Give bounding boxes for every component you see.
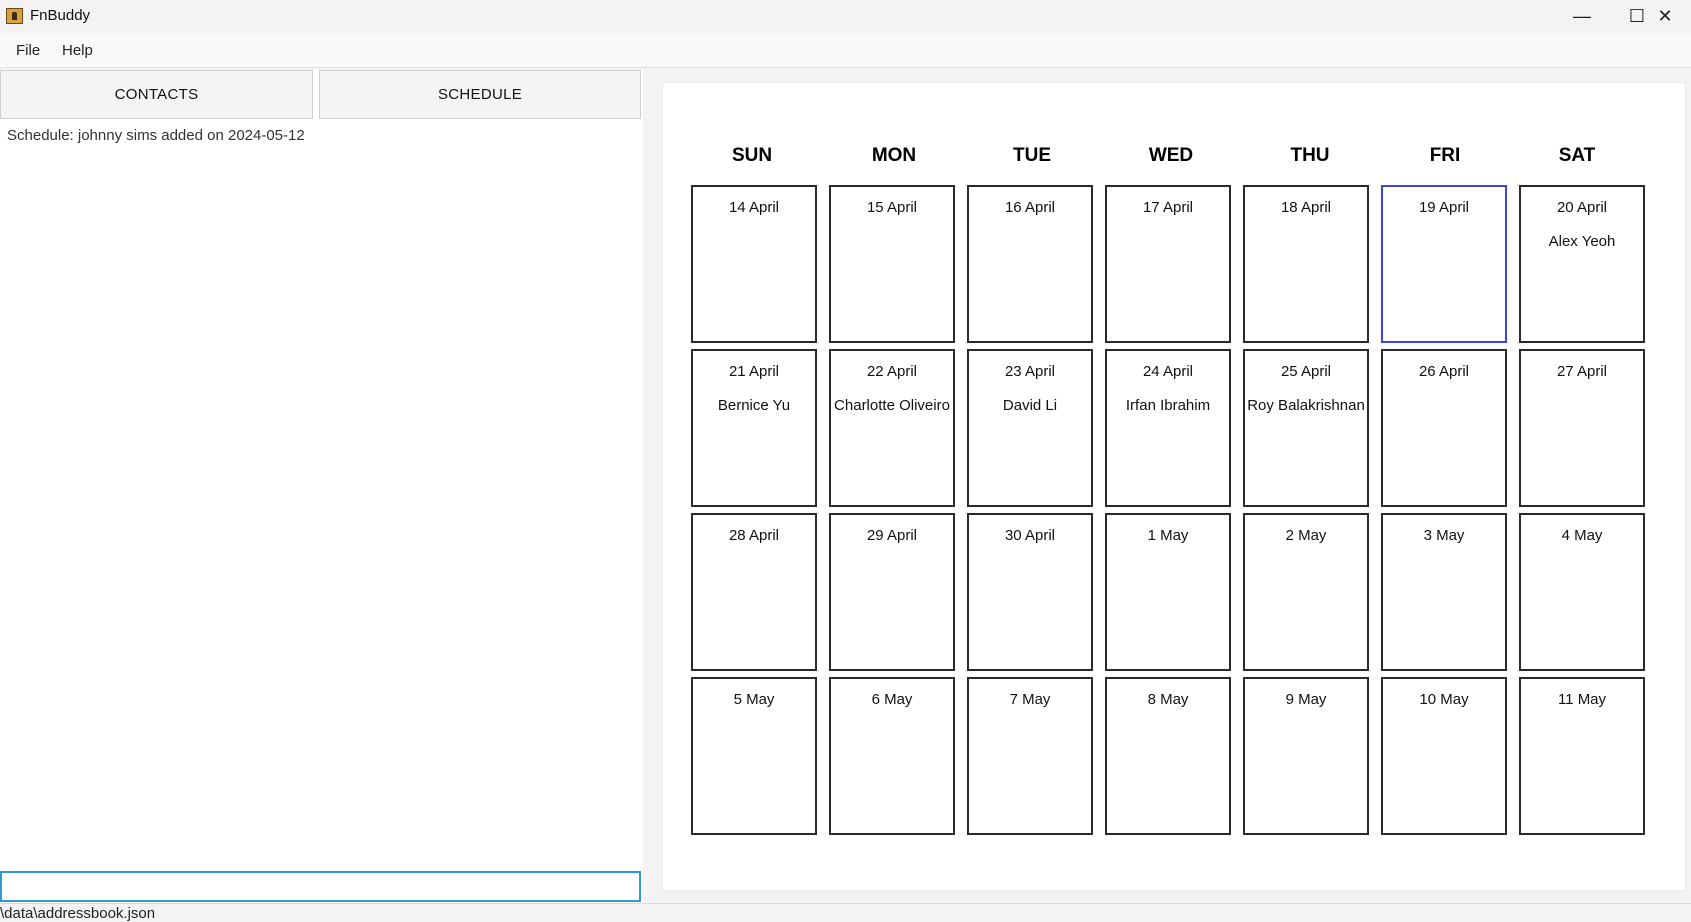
calendar-day-cell[interactable]: 19 April bbox=[1381, 185, 1507, 343]
day-date-label: 14 April bbox=[728, 199, 780, 216]
calendar-day-cell[interactable]: 10 May bbox=[1381, 677, 1507, 835]
menu-help[interactable]: Help bbox=[62, 42, 93, 59]
window-title: FnBuddy bbox=[30, 7, 91, 24]
day-event-name: David Li bbox=[1002, 397, 1058, 414]
calendar-day-cell[interactable]: 25 April Roy Balakrishnan bbox=[1243, 349, 1369, 507]
result-display: Schedule: johnny sims added on 2024-05-1… bbox=[7, 127, 305, 144]
status-bar: \data\addressbook.json bbox=[0, 903, 1691, 922]
calendar-day-cell[interactable]: 3 May bbox=[1381, 513, 1507, 671]
weekday-header-sat: SAT bbox=[1558, 145, 1596, 166]
calendar-day-cell[interactable]: 11 May bbox=[1519, 677, 1645, 835]
close-icon[interactable]: ✕ bbox=[1639, 0, 1691, 33]
day-date-label: 28 April bbox=[728, 527, 780, 544]
calendar-day-cell[interactable]: 30 April bbox=[967, 513, 1093, 671]
calendar-day-cell[interactable]: 15 April bbox=[829, 185, 955, 343]
day-date-label: 22 April bbox=[866, 363, 918, 380]
day-event-name: Bernice Yu bbox=[717, 397, 791, 414]
day-event-name: Irfan Ibrahim bbox=[1125, 397, 1211, 414]
day-date-label: 21 April bbox=[728, 363, 780, 380]
calendar-day-cell[interactable]: 14 April bbox=[691, 185, 817, 343]
calendar-day-cell[interactable]: 7 May bbox=[967, 677, 1093, 835]
calendar-day-cell[interactable]: 8 May bbox=[1105, 677, 1231, 835]
calendar-day-cell[interactable]: 20 April Alex Yeoh bbox=[1519, 185, 1645, 343]
day-date-label: 20 April bbox=[1556, 199, 1608, 216]
calendar-panel: SUN MON TUE WED THU FRI SAT 14 April 15 A… bbox=[662, 82, 1686, 891]
day-date-label: 24 April bbox=[1142, 363, 1194, 380]
minimize-icon[interactable]: — bbox=[1554, 0, 1610, 33]
menu-bar: File Help bbox=[0, 33, 1691, 68]
tab-schedule[interactable]: SCHEDULE bbox=[319, 70, 641, 119]
app-logo-icon bbox=[6, 8, 23, 24]
day-date-label: 9 May bbox=[1285, 691, 1327, 708]
calendar-day-cell[interactable]: 2 May bbox=[1243, 513, 1369, 671]
calendar-day-cell[interactable]: 27 April bbox=[1519, 349, 1645, 507]
day-date-label: 1 May bbox=[1147, 527, 1189, 544]
day-date-label: 10 May bbox=[1419, 691, 1469, 708]
calendar-day-cell[interactable]: 16 April bbox=[967, 185, 1093, 343]
day-date-label: 2 May bbox=[1285, 527, 1327, 544]
day-event-name: Charlotte Oliveiro bbox=[834, 397, 950, 414]
day-date-label: 18 April bbox=[1280, 199, 1332, 216]
menu-file[interactable]: File bbox=[16, 42, 40, 59]
calendar-day-cell[interactable]: 26 April bbox=[1381, 349, 1507, 507]
calendar-day-cell[interactable]: 6 May bbox=[829, 677, 955, 835]
day-date-label: 16 April bbox=[1004, 199, 1056, 216]
calendar-day-cell[interactable]: 22 April Charlotte Oliveiro bbox=[829, 349, 955, 507]
calendar-day-cell[interactable]: 29 April bbox=[829, 513, 955, 671]
day-date-label: 3 May bbox=[1423, 527, 1465, 544]
calendar-day-cell[interactable]: 23 April David Li bbox=[967, 349, 1093, 507]
calendar-day-cell[interactable]: 9 May bbox=[1243, 677, 1369, 835]
day-date-label: 19 April bbox=[1418, 199, 1470, 216]
day-date-label: 25 April bbox=[1280, 363, 1332, 380]
left-panel: CONTACTS SCHEDULE Schedule: johnny sims … bbox=[0, 70, 644, 903]
calendar-day-cell[interactable]: 18 April bbox=[1243, 185, 1369, 343]
calendar-day-cell[interactable]: 17 April bbox=[1105, 185, 1231, 343]
weekday-header-thu: THU bbox=[1290, 145, 1330, 166]
weekday-header-tue: TUE bbox=[1013, 145, 1051, 166]
tab-contacts[interactable]: CONTACTS bbox=[0, 70, 313, 119]
calendar-day-cell[interactable]: 21 April Bernice Yu bbox=[691, 349, 817, 507]
day-date-label: 4 May bbox=[1561, 527, 1603, 544]
day-event-name: Alex Yeoh bbox=[1548, 233, 1616, 250]
weekday-header-sun: SUN bbox=[731, 145, 773, 166]
day-date-label: 26 April bbox=[1418, 363, 1470, 380]
calendar-day-cell[interactable]: 4 May bbox=[1519, 513, 1645, 671]
day-date-label: 7 May bbox=[1009, 691, 1051, 708]
day-event-name: Roy Balakrishnan bbox=[1247, 397, 1365, 414]
day-date-label: 11 May bbox=[1557, 691, 1607, 708]
day-date-label: 5 May bbox=[733, 691, 775, 708]
day-date-label: 23 April bbox=[1004, 363, 1056, 380]
day-date-label: 6 May bbox=[871, 691, 913, 708]
weekday-header-mon: MON bbox=[871, 145, 917, 166]
weekday-header-wed: WED bbox=[1148, 145, 1194, 166]
weekday-header-fri: FRI bbox=[1429, 145, 1461, 166]
calendar-day-cell[interactable]: 5 May bbox=[691, 677, 817, 835]
command-input[interactable] bbox=[0, 871, 641, 902]
title-bar: FnBuddy — ☐ ✕ bbox=[0, 0, 1691, 33]
day-date-label: 29 April bbox=[866, 527, 918, 544]
day-date-label: 30 April bbox=[1004, 527, 1056, 544]
day-date-label: 27 April bbox=[1556, 363, 1608, 380]
calendar-day-cell[interactable]: 28 April bbox=[691, 513, 817, 671]
day-date-label: 17 April bbox=[1142, 199, 1194, 216]
storage-path: \data\addressbook.json bbox=[0, 905, 156, 922]
split-pane-divider[interactable] bbox=[643, 70, 661, 903]
calendar-day-cell[interactable]: 1 May bbox=[1105, 513, 1231, 671]
day-date-label: 8 May bbox=[1147, 691, 1189, 708]
day-date-label: 15 April bbox=[866, 199, 918, 216]
calendar-day-cell[interactable]: 24 April Irfan Ibrahim bbox=[1105, 349, 1231, 507]
